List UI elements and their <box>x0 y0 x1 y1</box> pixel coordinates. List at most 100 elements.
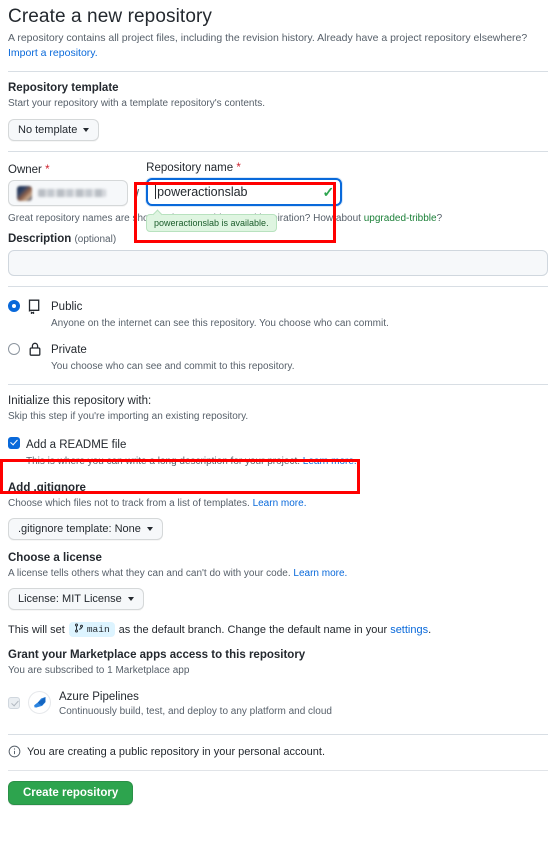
license-section: Choose a license A license tells others … <box>8 552 548 611</box>
divider-description <box>8 286 548 288</box>
owner-field: Owner * <box>8 164 128 207</box>
branch-notice-middle: as the default branch. Change the defaul… <box>118 623 388 636</box>
initialize-section: Initialize this repository with: Skip th… <box>8 395 548 611</box>
visibility-public-title: Public <box>51 301 83 314</box>
branch-notice-prefix: This will set <box>8 623 65 636</box>
template-select-label: No template <box>18 124 78 137</box>
chevron-down-icon <box>127 597 134 602</box>
description-label-text: Description <box>8 233 72 246</box>
visibility-private-subtitle: You choose who can see and commit to thi… <box>51 361 295 373</box>
description-input[interactable] <box>8 250 548 277</box>
readme-text: Add a README file This is where you can … <box>26 435 357 469</box>
owner-label: Owner * <box>8 164 128 176</box>
description-optional-marker: (optional) <box>74 234 117 246</box>
gitignore-select-button[interactable]: .gitignore template: None <box>8 518 163 541</box>
owner-name-row: Owner * / Repository name * poweractions… <box>8 162 548 233</box>
template-select-button[interactable]: No template <box>8 119 100 142</box>
settings-link[interactable]: settings <box>390 624 428 636</box>
owner-username-redacted <box>38 189 106 198</box>
marketplace-app-name: Azure Pipelines <box>59 691 139 704</box>
visibility-option-private[interactable]: Private You choose who can see and commi… <box>8 340 548 374</box>
creation-notice: You are creating a public repository in … <box>8 745 548 758</box>
git-branch-icon <box>74 623 84 636</box>
marketplace-app-description: Continuously build, test, and deploy to … <box>59 706 332 718</box>
chevron-down-icon <box>146 527 153 532</box>
repository-template-label: Repository template <box>8 82 119 95</box>
default-branch-pill: main <box>68 622 115 638</box>
creation-notice-text: You are creating a public repository in … <box>27 745 325 758</box>
marketplace-app-row[interactable]: Azure Pipelines Continuously build, test… <box>8 687 548 717</box>
repository-name-value: poweractionslab <box>157 185 248 200</box>
visibility-public-subtitle: Anyone on the internet can see this repo… <box>51 318 389 330</box>
divider-template <box>8 151 548 153</box>
azure-pipelines-icon <box>28 690 51 714</box>
page-description: A repository contains all project files,… <box>8 31 548 61</box>
check-icon: ✓ <box>322 184 335 201</box>
import-repository-link[interactable]: Import a repository. <box>8 47 98 59</box>
readme-learn-more-link[interactable]: Learn more. <box>303 456 357 467</box>
readme-subtitle: This is where you can write a long descr… <box>26 454 357 469</box>
repository-template-hint: Start your repository with a template re… <box>8 98 266 110</box>
checkbox-azure-pipelines <box>8 697 20 710</box>
default-branch-name: main <box>86 624 110 636</box>
text-cursor <box>155 185 157 200</box>
create-repository-page: Create a new repository A repository con… <box>0 0 556 843</box>
owner-select-button[interactable] <box>8 180 128 207</box>
info-icon <box>8 745 21 758</box>
lock-icon <box>27 341 44 362</box>
gitignore-section: Add .gitignore Choose which files not to… <box>8 482 548 541</box>
radio-private[interactable] <box>8 343 20 356</box>
visibility-option-public[interactable]: Public Anyone on the internet can see th… <box>8 297 548 331</box>
license-hint-text: A license tells others what they can and… <box>8 568 291 580</box>
gitignore-hint-text: Choose which files not to track from a l… <box>8 498 250 510</box>
license-hint: A license tells others what they can and… <box>8 566 548 581</box>
marketplace-label: Grant your Marketplace apps access to th… <box>8 649 306 662</box>
divider-marketplace <box>8 734 548 736</box>
owner-label-text: Owner <box>8 164 42 177</box>
divider-footer <box>8 770 548 772</box>
chevron-down-icon <box>83 128 90 133</box>
readme-title: Add a README file <box>26 439 127 452</box>
default-branch-notice: This will set main as the default branch… <box>8 622 548 638</box>
page-description-text: A repository contains all project files,… <box>8 32 528 44</box>
initialize-hint: Skip this step if you're importing an ex… <box>8 411 249 423</box>
license-select-label: License: MIT License <box>18 593 122 606</box>
suggested-name-link[interactable]: upgraded-tribble <box>364 213 437 224</box>
gitignore-select-label: .gitignore template: None <box>18 523 141 536</box>
owner-required-marker: * <box>45 164 50 177</box>
marketplace-app-text: Azure Pipelines Continuously build, test… <box>59 687 332 717</box>
repository-template-section: Repository template Start your repositor… <box>8 82 548 142</box>
readme-checkbox-row[interactable]: Add a README file This is where you can … <box>8 435 548 469</box>
gitignore-label: Add .gitignore <box>8 482 86 495</box>
avatar <box>17 185 32 201</box>
visibility-public-text: Public Anyone on the internet can see th… <box>51 297 389 331</box>
owner-name-separator: / <box>135 187 140 205</box>
visibility-private-text: Private You choose who can see and commi… <box>51 340 294 374</box>
availability-tooltip: poweractionslab is available. <box>146 214 277 233</box>
repository-name-label: Repository name * <box>146 162 342 174</box>
radio-public[interactable] <box>8 300 20 313</box>
gitignore-hint: Choose which files not to track from a l… <box>8 496 548 511</box>
create-repository-button[interactable]: Create repository <box>8 781 134 806</box>
license-learn-more-link[interactable]: Learn more. <box>293 568 347 579</box>
gitignore-learn-more-link[interactable]: Learn more. <box>253 498 307 509</box>
repository-name-hint-suffix: ? <box>436 213 443 225</box>
visibility-private-title: Private <box>51 344 87 357</box>
repository-name-hint: Great repository names are short and mem… <box>8 213 548 224</box>
visibility-section: Public Anyone on the internet can see th… <box>8 297 548 374</box>
repository-name-label-text: Repository name <box>146 162 234 175</box>
page-title: Create a new repository <box>8 6 213 27</box>
initialize-label: Initialize this repository with: <box>8 395 152 408</box>
checkbox-readme[interactable] <box>8 437 20 450</box>
description-section: Description (optional) <box>8 233 548 277</box>
marketplace-section: Grant your Marketplace apps access to th… <box>8 649 548 717</box>
description-label: Description (optional) <box>8 233 548 245</box>
license-select-button[interactable]: License: MIT License <box>8 588 144 611</box>
license-label: Choose a license <box>8 552 102 565</box>
readme-subtitle-text: This is where you can write a long descr… <box>26 456 301 468</box>
repository-name-input[interactable]: poweractionslab ✓ <box>146 178 343 207</box>
branch-notice-suffix: . <box>428 623 432 636</box>
repo-icon <box>27 298 44 319</box>
repository-name-field: Repository name * poweractionslab ✓ <box>146 162 343 207</box>
repository-name-required-marker: * <box>236 162 241 175</box>
